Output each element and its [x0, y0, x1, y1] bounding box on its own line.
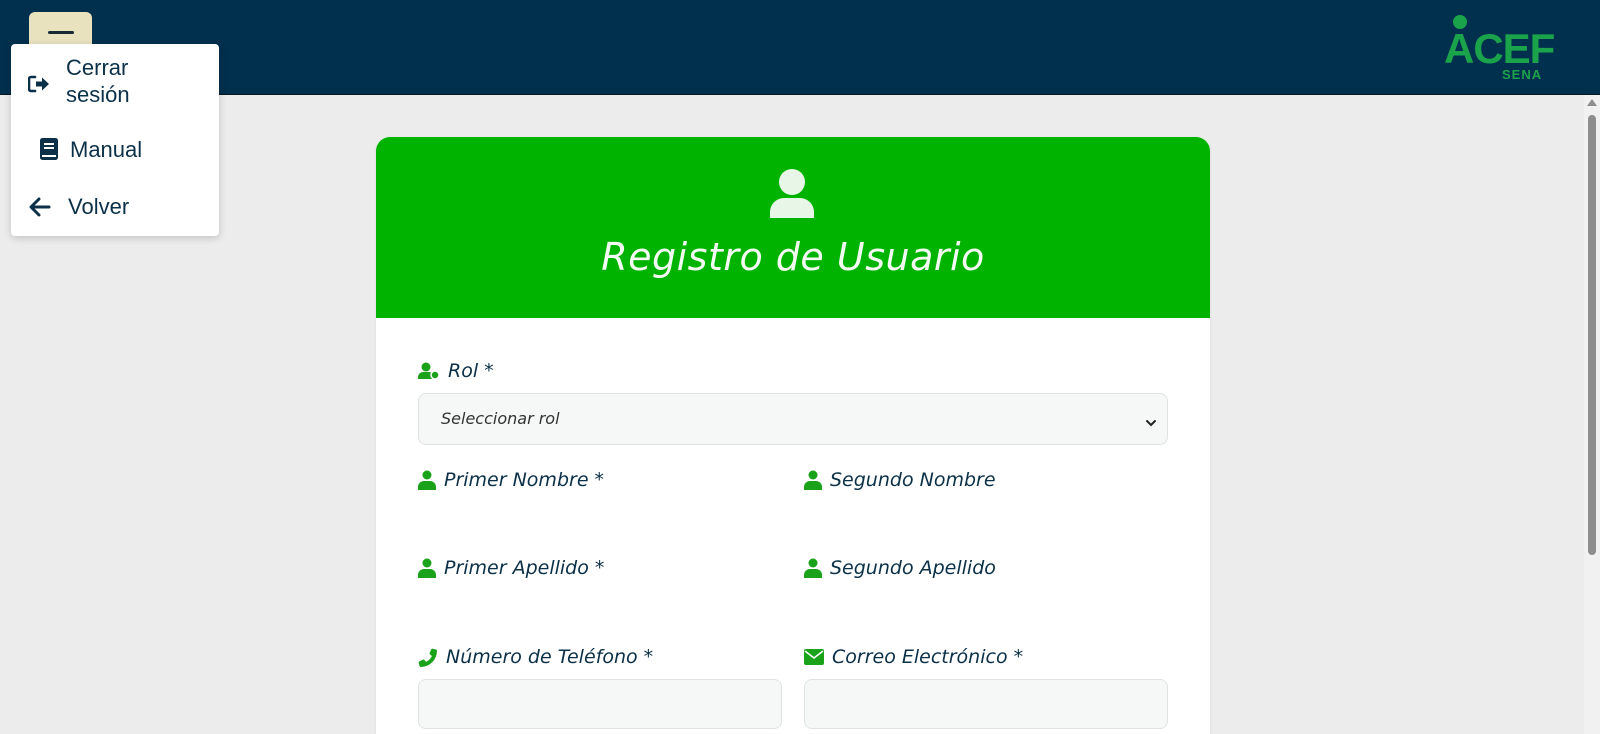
chevron-down-icon — [1145, 413, 1157, 432]
menu-item-label: Cerrar sesión — [66, 55, 130, 107]
user-gear-icon — [418, 362, 440, 380]
page-scrollbar[interactable] — [1584, 95, 1600, 734]
segundo-apellido-label: Segundo Apellido — [804, 557, 996, 579]
arrow-left-icon — [29, 196, 51, 224]
user-icon — [418, 470, 436, 490]
card-header: Registro de Usuario — [376, 137, 1210, 318]
logout-icon — [27, 73, 50, 99]
registration-card: Registro de Usuario Rol * Seleccionar ro… — [376, 137, 1210, 734]
menu-icon — [48, 31, 74, 34]
correo-label: Correo Electrónico * — [804, 646, 1023, 668]
menu-item-volver[interactable]: Volver — [11, 192, 219, 224]
rol-select[interactable]: Seleccionar rol — [418, 393, 1168, 445]
menu-item-manual[interactable]: Manual — [11, 134, 219, 166]
rol-label: Rol * — [418, 360, 494, 382]
user-icon — [769, 168, 815, 224]
page-title: Registro de Usuario — [601, 235, 985, 279]
correo-input[interactable] — [804, 679, 1168, 729]
logo-word: ACEF — [1444, 25, 1555, 72]
rol-select-value: Seleccionar rol — [441, 409, 560, 428]
user-icon — [418, 558, 436, 578]
scrollbar-thumb[interactable] — [1588, 115, 1596, 555]
telefono-label: Número de Teléfono * — [418, 646, 653, 668]
user-icon — [804, 470, 822, 490]
nav-dropdown-menu: Cerrar sesión Manual Volver — [11, 44, 219, 236]
book-icon — [39, 137, 59, 167]
primer-apellido-label: Primer Apellido * — [418, 557, 604, 579]
logo-sub: SENA — [1502, 67, 1543, 82]
envelope-icon — [804, 649, 824, 665]
segundo-nombre-label: Segundo Nombre — [804, 469, 996, 491]
telefono-input[interactable] — [418, 679, 782, 729]
primer-nombre-label: Primer Nombre * — [418, 469, 604, 491]
menu-item-cerrar-sesion[interactable]: Cerrar sesión — [11, 54, 219, 110]
top-navbar: ACEF SENA — [0, 0, 1600, 95]
menu-item-label: Volver — [68, 194, 130, 219]
phone-icon — [418, 648, 438, 667]
scroll-up-arrow[interactable] — [1587, 99, 1597, 106]
acef-logo: ACEF SENA — [1442, 15, 1557, 85]
user-icon — [804, 558, 822, 578]
menu-item-label: Manual — [70, 137, 143, 162]
